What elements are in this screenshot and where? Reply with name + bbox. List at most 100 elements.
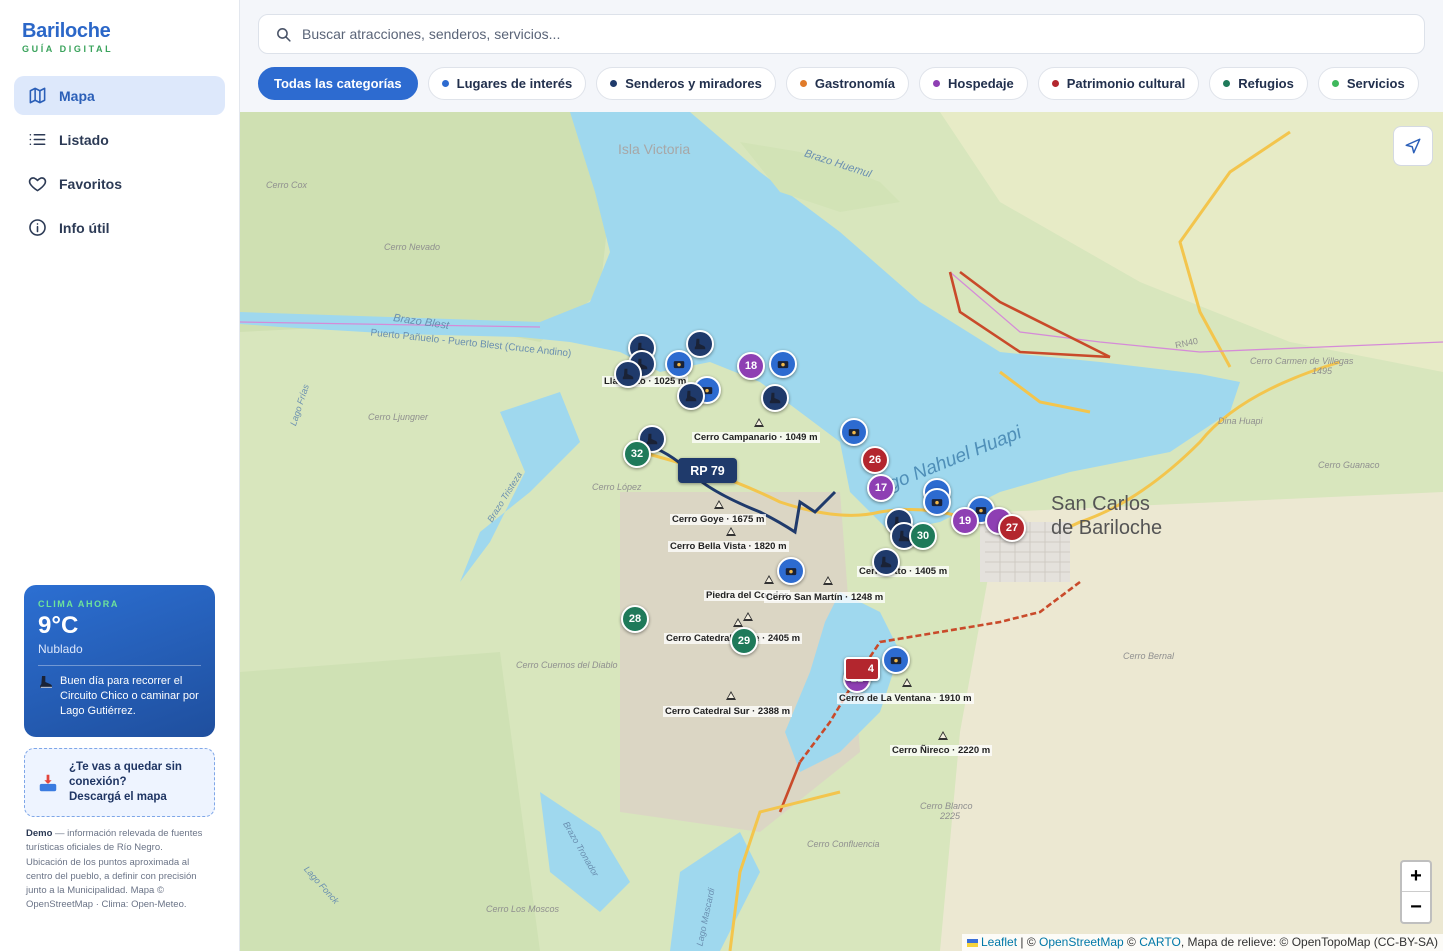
peak-marker <box>714 500 724 509</box>
map-marker[interactable]: 19 <box>951 507 979 535</box>
disclaimer-text: — información relevada de fuentes turíst… <box>26 828 203 911</box>
place-label: Cerro Confluencia <box>807 839 880 849</box>
carto-link[interactable]: CARTO <box>1139 935 1181 949</box>
leaflet-link[interactable]: Leaflet <box>981 935 1017 949</box>
peak-marker <box>726 527 736 536</box>
map-icon <box>29 87 46 104</box>
map-marker[interactable] <box>614 360 642 388</box>
map-marker[interactable] <box>686 330 714 358</box>
peak-marker <box>902 678 912 687</box>
map-marker[interactable]: 32 <box>623 440 651 468</box>
disclaimer: Demo — información relevada de fuentes t… <box>26 827 206 913</box>
map-marker[interactable] <box>769 350 797 378</box>
map-marker[interactable] <box>872 548 900 576</box>
peak-label[interactable]: Cerro Bella Vista · 1820 m <box>668 541 789 552</box>
peak-label[interactable]: Cerro Campanario · 1049 m <box>692 432 820 443</box>
place-label: Cerro Guanaco <box>1318 460 1380 470</box>
locate-me-button[interactable] <box>1393 126 1433 166</box>
peak-label[interactable]: Cerro Ñireco · 2220 m <box>890 745 993 756</box>
place-label: Cerro Carmen de Villegas <box>1250 356 1354 366</box>
chip-hospedaje[interactable]: Hospedaje <box>919 67 1028 100</box>
chip-senderos[interactable]: Senderos y miradores <box>596 67 776 100</box>
nav-item-mapa[interactable]: Mapa <box>14 76 225 115</box>
map-marker[interactable]: 26 <box>861 446 889 474</box>
map-marker[interactable]: 28 <box>621 605 649 633</box>
weather-tip: Buen día para recorrer el Circuito Chico… <box>38 674 201 719</box>
category-dot <box>933 80 941 87</box>
peak-label[interactable]: Cerro de La Ventana · 1910 m <box>837 693 974 704</box>
zoom-control: + − <box>1400 860 1432 924</box>
map-marker[interactable]: 18 <box>737 352 765 380</box>
peak-label[interactable]: Cerro Otto · 1405 m <box>857 566 950 577</box>
nav-label: Listado <box>59 131 109 148</box>
peak-label[interactable]: Cerro San Martín · 1248 m <box>764 592 886 603</box>
map-marker[interactable]: 17 <box>867 474 895 502</box>
weather-label: CLIMA AHORA <box>38 599 119 609</box>
peak-marker <box>823 576 833 585</box>
hiking-boot-icon <box>769 392 781 404</box>
nav-label: Favoritos <box>59 175 123 192</box>
map-marker[interactable] <box>882 646 910 674</box>
weather-tip-text: Buen día para recorrer el Circuito Chico… <box>60 675 199 717</box>
nav-item-info[interactable]: Info útil <box>14 208 225 247</box>
chip-label: Lugares de interés <box>456 76 573 91</box>
map-marker[interactable] <box>761 384 789 412</box>
offline-download-banner[interactable]: ¿Te vas a quedar sin conexión? Descargá … <box>24 748 215 817</box>
route-badge-rp79[interactable]: RP 79 <box>678 458 737 483</box>
peak-marker <box>743 612 753 621</box>
place-label: Cerro Nevado <box>384 242 441 252</box>
place-label: 2225 <box>940 811 961 821</box>
map-marker[interactable] <box>677 382 705 410</box>
list-icon <box>29 133 46 146</box>
category-dot <box>1223 80 1231 87</box>
chip-servicios[interactable]: Servicios <box>1317 67 1419 100</box>
place-label: Cerro Bernal <box>1123 651 1175 661</box>
camera-icon <box>673 361 685 369</box>
category-dot <box>1331 80 1339 87</box>
category-dot <box>799 80 807 87</box>
chip-patrimonio[interactable]: Patrimonio cultural <box>1037 67 1200 100</box>
map-marker[interactable]: 29 <box>730 627 758 655</box>
map-marker[interactable]: 30 <box>909 522 937 550</box>
weather-temp: 9°C <box>38 612 79 639</box>
brand-logo[interactable]: Bariloche GUÍA DIGITAL <box>22 20 113 54</box>
disclaimer-bold: Demo <box>26 828 53 839</box>
ukraine-flag-icon <box>967 938 978 947</box>
osm-link[interactable]: OpenStreetMap <box>1039 935 1124 949</box>
map-marker[interactable]: 27 <box>998 514 1026 542</box>
download-tray-icon <box>39 774 57 791</box>
search-icon <box>277 27 291 42</box>
peak-marker <box>764 575 774 584</box>
nav-label: Mapa <box>59 87 95 104</box>
map-view[interactable]: Isla Victoria Brazo Huemul Cerro Cox Cer… <box>240 112 1443 951</box>
map-marker[interactable]: 4 <box>844 657 880 681</box>
peak-label[interactable]: Cerro Goye · 1675 m <box>670 514 767 525</box>
nav-item-favoritos[interactable]: Favoritos <box>14 164 225 203</box>
zoom-out-button[interactable]: − <box>1402 892 1430 922</box>
main-nav: Mapa Listado Favoritos Info útil <box>14 76 225 252</box>
chip-refugios[interactable]: Refugios <box>1209 67 1308 100</box>
chip-gastronomia[interactable]: Gastronomía <box>785 67 910 100</box>
camera-icon <box>931 499 943 507</box>
place-label: Cerro Blanco <box>920 801 973 811</box>
place-label: Cerro Cuernos del Diablo <box>516 660 618 670</box>
chip-label: Refugios <box>1238 76 1294 91</box>
search-input[interactable] <box>302 26 1382 42</box>
map-marker[interactable] <box>923 488 951 516</box>
nav-item-listado[interactable]: Listado <box>14 120 225 159</box>
map-marker[interactable] <box>665 350 693 378</box>
place-label: Cerro Cox <box>266 180 308 190</box>
map-marker[interactable] <box>840 418 868 446</box>
map-marker[interactable] <box>777 557 805 585</box>
weather-condition: Nublado <box>38 642 83 656</box>
offline-line2[interactable]: Descargá el mapa <box>69 790 214 805</box>
category-dot <box>610 80 618 87</box>
peak-label[interactable]: Cerro Catedral Sur · 2388 m <box>663 706 793 717</box>
hiking-boot-icon <box>685 390 697 402</box>
zoom-in-button[interactable]: + <box>1402 862 1430 892</box>
place-label: Cerro Ljungner <box>368 412 429 422</box>
chip-lugares[interactable]: Lugares de interés <box>427 67 587 100</box>
search-bar <box>258 14 1425 54</box>
hiking-boot-icon <box>622 368 634 380</box>
chip-todas[interactable]: Todas las categorías <box>258 67 418 100</box>
